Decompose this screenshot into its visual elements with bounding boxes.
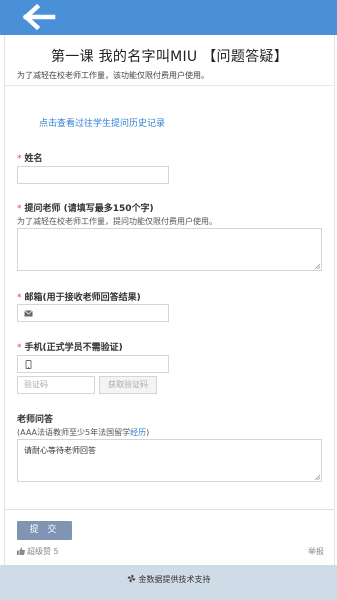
- page-title: 第一课 我的名字叫MIU 【问题答疑】: [50, 49, 289, 65]
- verification-code-input[interactable]: 验证码: [17, 376, 95, 394]
- divider: [5, 509, 334, 510]
- teacher-answer-hint: (AAA法语教师至少5年法国留学经历): [17, 427, 149, 438]
- history-link[interactable]: 点击查看过往学生提问历史记录: [39, 116, 165, 129]
- footer-credit[interactable]: 金数据提供技术支持: [0, 574, 337, 585]
- name-label-text: 姓名: [24, 154, 43, 164]
- submit-button[interactable]: 提 交: [17, 521, 72, 540]
- name-input[interactable]: [17, 166, 169, 184]
- phone-label-text: 手机(正式学员不需验证): [24, 343, 123, 353]
- thumbs-up-icon: [17, 547, 25, 555]
- phone-label: * 手机(正式学员不需验证): [17, 340, 123, 353]
- question-hint: 为了减轻在校老师工作量，提问功能仅限付费用户使用。: [17, 217, 217, 226]
- divider: [5, 85, 334, 86]
- required-mark: *: [17, 293, 22, 303]
- get-code-button[interactable]: 获取验证码: [99, 376, 157, 394]
- name-label: * 姓名: [17, 151, 43, 164]
- page-subtitle: 为了减轻在校老师工作量，该功能仅限付费用户使用。: [17, 71, 209, 80]
- pinwheel-icon: [127, 574, 135, 583]
- question-label: * 提问老师 (请填写最多150个字): [17, 201, 154, 214]
- question-textarea[interactable]: [17, 228, 322, 271]
- email-input[interactable]: [17, 304, 169, 322]
- like-button[interactable]: 超级赞 5: [17, 546, 59, 557]
- phone-input[interactable]: [17, 355, 169, 373]
- required-mark: *: [17, 343, 22, 353]
- mobile-phone-icon: [25, 360, 32, 369]
- form-card: 第一课 我的名字叫MIU 【问题答疑】 为了减轻在校老师工作量，该功能仅限付费用…: [4, 35, 335, 565]
- hint-text-end: ): [146, 428, 150, 437]
- required-mark: *: [17, 204, 22, 214]
- report-link[interactable]: 举报: [308, 546, 324, 557]
- teacher-answer-label: 老师问答: [17, 415, 54, 425]
- arrow-left-icon[interactable]: [22, 4, 56, 30]
- hint-text: (AAA法语教师至少5年法国留学: [17, 428, 131, 437]
- top-bar: [0, 0, 337, 35]
- email-label: * 邮箱(用于接收老师回答结果): [17, 290, 141, 303]
- teacher-answer-text: 请耐心等待老师回答: [24, 446, 96, 455]
- email-label-text: 邮箱(用于接收老师回答结果): [24, 293, 141, 303]
- footer-text: 金数据提供技术支持: [138, 575, 211, 584]
- question-label-text: 提问老师 (请填写最多150个字): [24, 204, 154, 214]
- resize-handle-icon[interactable]: [314, 474, 320, 480]
- resize-handle-icon[interactable]: [314, 263, 320, 269]
- footer: 金数据提供技术支持: [0, 565, 337, 600]
- teacher-answer-textarea[interactable]: 请耐心等待老师回答: [17, 439, 322, 482]
- experience-link[interactable]: 经历: [130, 428, 146, 437]
- like-label: 超级赞 5: [27, 547, 59, 556]
- required-mark: *: [17, 154, 22, 164]
- envelope-icon: [24, 310, 33, 317]
